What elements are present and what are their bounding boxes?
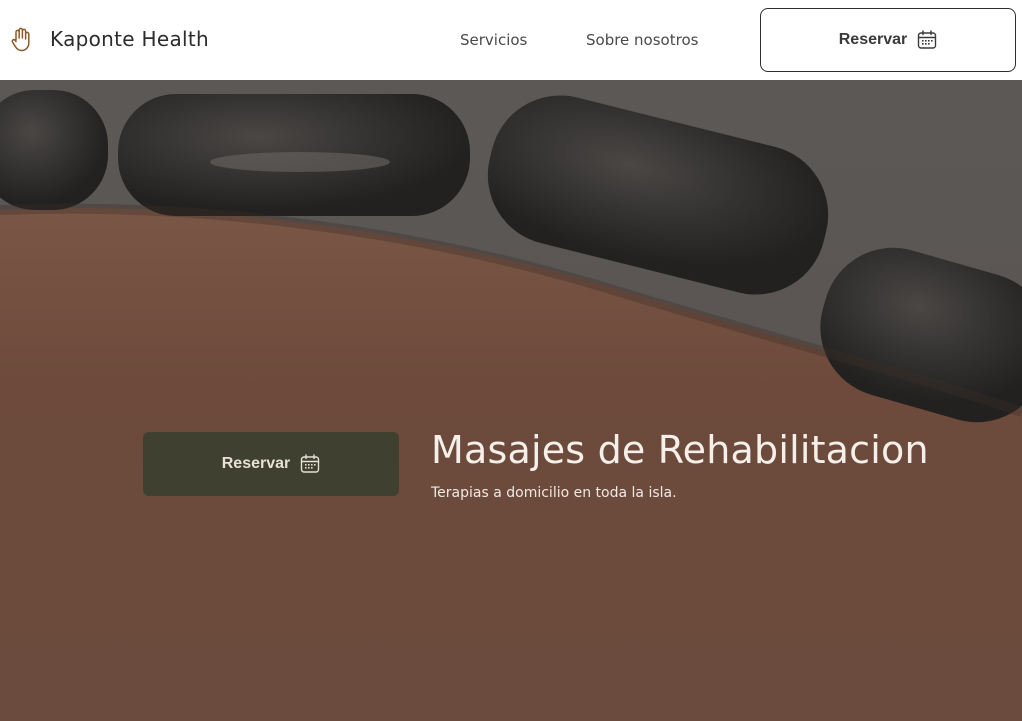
hero-background-image [0,80,1022,721]
reservar-label: Reservar [838,31,908,48]
hero-section: Reservar Masajes de Rehabilitacion Terap… [0,80,1022,721]
hero-subtitle: Terapias a domicilio en toda la isla. [431,485,677,501]
brand-logo[interactable]: Kaponte Health [10,26,209,52]
hero-reservar-button[interactable]: Reservar [143,432,399,496]
calendar-icon [301,454,320,473]
reservar-label: Reservar [221,455,291,472]
hand-icon [11,27,30,52]
brand-name: Kaponte Health [50,27,210,51]
header-reservar-button[interactable]: Reservar [760,8,1016,72]
hero-title: Masajes de Rehabilitacion [431,428,929,472]
nav-link-servicios[interactable]: Servicios [460,31,527,49]
site-header: Kaponte Health Servicios Sobre nosotros … [0,0,1022,80]
calendar-icon [918,30,937,49]
nav-link-sobre-nosotros[interactable]: Sobre nosotros [586,31,698,49]
